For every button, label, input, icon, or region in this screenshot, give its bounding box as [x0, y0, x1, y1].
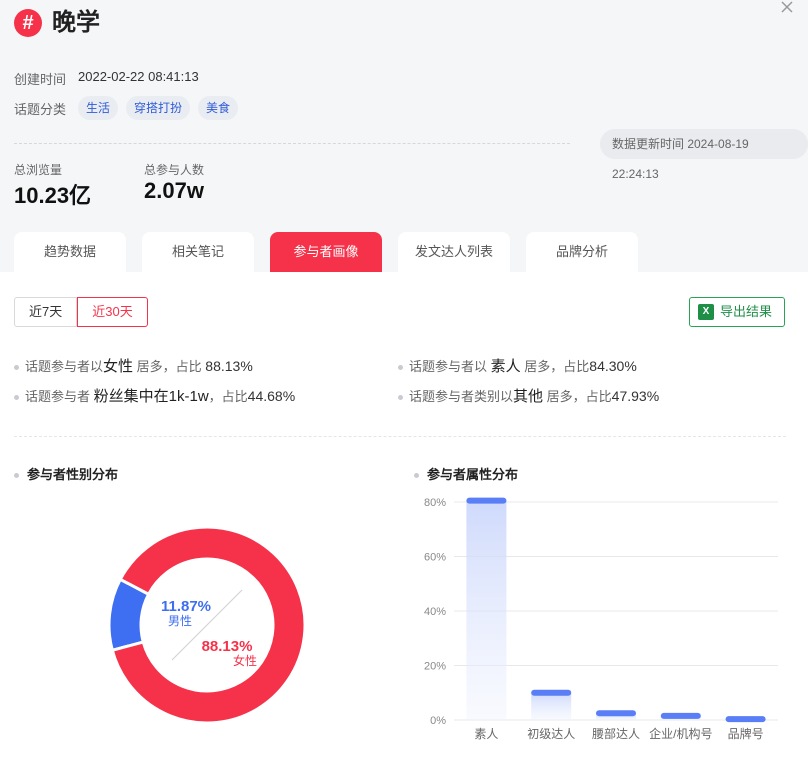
- total-participants-value: 2.07w: [144, 178, 204, 204]
- gender-chart-title: 参与者性别分布: [14, 464, 118, 483]
- bar-cap: [531, 690, 571, 696]
- divider: [14, 143, 570, 144]
- x-tick-label: 腰部达人: [592, 726, 640, 741]
- attr-chart-title: 参与者属性分布: [414, 464, 518, 483]
- female-value-label: 88.13%: [202, 638, 253, 655]
- y-tick-label: 20%: [424, 661, 446, 673]
- y-tick-label: 0%: [430, 715, 446, 727]
- tab-trend-data[interactable]: 趋势数据: [14, 232, 126, 272]
- bar-cap: [596, 710, 636, 716]
- topic-title: 晚学: [52, 8, 100, 38]
- hashtag-icon: #: [14, 9, 42, 37]
- period-30d-button[interactable]: 近30天: [77, 297, 147, 327]
- total-participants-label: 总参与人数: [144, 161, 204, 178]
- insight-type: 话题参与者以 素人 居多，占比84.30%: [398, 355, 637, 376]
- gender-donut-chart: 11.87%男性 88.13%女性: [100, 518, 314, 732]
- total-views-value: 10.23亿: [14, 178, 91, 210]
- insight-fans: 话题参与者 粉丝集中在1k-1w，占比44.68%: [14, 385, 295, 406]
- bar-cap: [661, 713, 701, 719]
- close-icon[interactable]: [778, 0, 796, 18]
- tab-creator-list[interactable]: 发文达人列表: [398, 232, 510, 272]
- period-7d-button[interactable]: 近7天: [14, 297, 77, 327]
- total-views-label: 总浏览量: [14, 161, 62, 178]
- x-tick-label: 品牌号: [728, 727, 764, 741]
- bar-fill[interactable]: [531, 693, 571, 720]
- male-value-label: 11.87%: [161, 598, 211, 615]
- data-update-time: 数据更新时间 2024-08-19 22:24:13: [600, 129, 808, 159]
- attribute-bar-chart: 80% 60% 40% 20% 0% 素人 初级达人 腰部达人企业/机构号 品牌号: [414, 484, 794, 754]
- x-tick-label: 素人: [474, 727, 498, 741]
- bullet-dot: [398, 395, 403, 400]
- bullet-dot: [398, 365, 403, 370]
- excel-icon: X: [698, 304, 714, 320]
- tab-participant-profile[interactable]: 参与者画像: [270, 232, 382, 272]
- bar-cap: [726, 716, 766, 722]
- x-tick-label: 企业/机构号: [649, 726, 712, 741]
- tag-outfit[interactable]: 穿搭打扮: [126, 96, 190, 120]
- tab-related-notes[interactable]: 相关笔记: [142, 232, 254, 272]
- y-tick-label: 80%: [424, 497, 446, 509]
- tag-food[interactable]: 美食: [198, 96, 238, 120]
- period-selector: 近7天 近30天: [14, 297, 148, 327]
- x-tick-label: 初级达人: [527, 727, 575, 741]
- tag-life[interactable]: 生活: [78, 96, 118, 120]
- female-name-label: 女性: [233, 653, 257, 668]
- male-name-label: 男性: [168, 614, 192, 628]
- insight-gender: 话题参与者以女性 居多，占比 88.13%: [14, 355, 253, 376]
- tab-brand-analysis[interactable]: 品牌分析: [526, 232, 638, 272]
- y-tick-label: 60%: [424, 552, 446, 564]
- created-time-value: 2022-02-22 08:41:13: [78, 69, 199, 84]
- created-time-label: 创建时间: [14, 69, 66, 88]
- insight-category: 话题参与者类别以其他 居多，占比47.93%: [398, 385, 659, 406]
- section-divider: [14, 436, 786, 437]
- export-label: 导出结果: [720, 304, 772, 319]
- category-label: 话题分类: [14, 99, 66, 118]
- bar-cap: [466, 498, 506, 504]
- bullet-dot: [14, 365, 19, 370]
- export-button[interactable]: X 导出结果: [689, 297, 785, 327]
- bullet-dot: [14, 395, 19, 400]
- bar-fill[interactable]: [466, 501, 506, 720]
- y-tick-label: 40%: [424, 606, 446, 618]
